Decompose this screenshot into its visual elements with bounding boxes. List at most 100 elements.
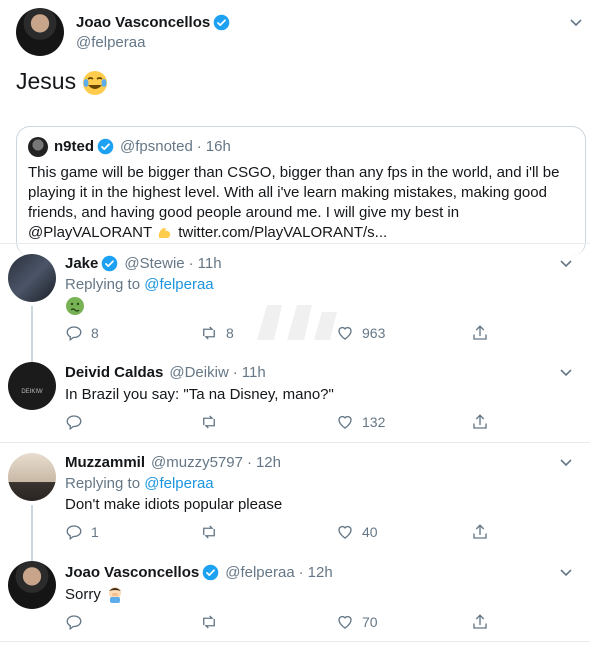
thread-line [31, 553, 33, 561]
quote-line: playing it in the highest level. With al… [28, 184, 547, 201]
avatar[interactable] [8, 561, 56, 609]
tweet-text: Don't make idiots popular please [65, 496, 283, 513]
retweet-icon [203, 615, 215, 629]
quote-link[interactable]: twitter.com/PlayVALORANT/s... [178, 224, 387, 241]
share-action[interactable] [471, 324, 489, 342]
like-icon [338, 615, 352, 629]
replying-to-handle[interactable]: @felperaa [144, 475, 213, 492]
author-row: Joao Vasconcellos [76, 14, 230, 31]
share-action[interactable] [471, 613, 489, 631]
retweet-icon [203, 415, 215, 429]
avatar-text: DEIKIW [21, 389, 43, 395]
replying-to: Replying to @felperaa [65, 276, 214, 293]
reply-tweet: DEIKIW Deivid Caldas @Deikiw · 11h In Br… [0, 356, 590, 442]
author-name[interactable]: Muzzammil [65, 454, 145, 471]
quote-avatar [28, 137, 48, 157]
like-action[interactable]: 963 [336, 324, 385, 342]
tweet-time[interactable]: 11h [198, 255, 222, 272]
separator-dot: · [196, 138, 202, 155]
divider [0, 641, 590, 642]
share-action[interactable] [471, 413, 489, 431]
chevron-down-icon[interactable] [558, 564, 574, 580]
chevron-down-icon[interactable] [568, 14, 584, 30]
author-name[interactable]: Joao Vasconcellos [65, 564, 199, 581]
like-icon [338, 525, 352, 539]
quote-line: @PlayVALORANT twitter.com/PlayVALORANT/s… [28, 223, 576, 243]
like-action[interactable]: 70 [336, 613, 378, 631]
like-action[interactable]: 132 [336, 413, 385, 431]
avatar[interactable] [16, 8, 64, 56]
separator-dot: · [298, 564, 304, 581]
retweet-action[interactable] [200, 613, 218, 631]
tweet-text: Sorry [65, 585, 124, 603]
tweet-time[interactable]: 11h [242, 364, 266, 381]
quote-text: This game will be bigger than CSGO, bigg… [28, 163, 576, 243]
replying-to-handle[interactable]: @felperaa [144, 276, 213, 293]
like-action[interactable]: 40 [336, 523, 378, 541]
tweet-text-content: Sorry [65, 585, 101, 603]
reply-action[interactable] [65, 413, 83, 431]
avatar[interactable] [8, 453, 56, 501]
retweet-action[interactable] [200, 523, 218, 541]
quote-author-handle: @fpsnoted [120, 138, 193, 155]
retweet-action[interactable] [200, 413, 218, 431]
reply-action[interactable] [65, 613, 83, 631]
replying-prefix: Replying to [65, 475, 141, 492]
quote-line: This game will be bigger than CSGO, bigg… [28, 164, 560, 181]
like-count: 963 [362, 325, 386, 341]
verified-badge-icon [102, 255, 118, 272]
author-handle[interactable]: @Deikiw [169, 364, 228, 381]
separator-dot: · [246, 454, 252, 471]
chevron-down-icon[interactable] [558, 364, 574, 380]
thread-line [31, 505, 33, 553]
avatar[interactable]: DEIKIW [8, 362, 56, 410]
man-facepalming-emoji [108, 587, 121, 603]
author-name[interactable]: Joao Vasconcellos [76, 14, 210, 31]
replying-prefix: Replying to [65, 276, 141, 293]
separator-dot: · [232, 364, 238, 381]
share-icon [473, 414, 487, 429]
reply-tweet: Joao Vasconcellos @felperaa · 12h Sorry … [0, 553, 590, 641]
reply-tweet: Muzzammil @muzzy5797 · 12h Replying to @… [0, 443, 590, 553]
chevron-down-icon[interactable] [558, 255, 574, 271]
chevron-down-icon[interactable] [558, 454, 574, 470]
reply-action[interactable]: 1 [65, 523, 99, 541]
avatar[interactable] [8, 254, 56, 302]
author-handle[interactable]: @felperaa [225, 564, 294, 581]
replying-to: Replying to @felperaa [65, 475, 214, 492]
retweet-action[interactable]: 8 [200, 324, 234, 342]
nauseated-emoji [66, 297, 84, 315]
author-handle[interactable]: @Stewie [124, 255, 184, 272]
thread-line [31, 306, 33, 356]
flexed-biceps-emoji [158, 228, 171, 239]
like-count: 70 [362, 614, 378, 630]
reply-count: 8 [91, 325, 99, 341]
share-icon [473, 614, 487, 629]
author-name[interactable]: Jake [65, 255, 98, 272]
reply-icon [66, 415, 82, 431]
verified-badge-icon [213, 14, 230, 31]
share-icon [473, 325, 487, 340]
quote-time: 16h [205, 138, 231, 155]
verified-badge-icon [97, 138, 114, 155]
reply-action[interactable]: 8 [65, 324, 99, 342]
retweet-icon [203, 326, 215, 340]
quoted-tweet[interactable]: n9ted @fpsnoted · 16h This game will be … [16, 126, 586, 256]
author-handle[interactable]: @felperaa [76, 34, 145, 51]
watermark-logo [257, 305, 337, 340]
retweet-icon [203, 525, 215, 539]
reply-icon [66, 615, 82, 631]
quote-mention[interactable]: @PlayVALORANT [28, 224, 152, 241]
verified-badge-icon [202, 564, 219, 581]
author-handle[interactable]: @muzzy5797 [151, 454, 243, 471]
tweet-text: In Brazil you say: "Ta na Disney, mano?" [65, 386, 334, 403]
tweet-time[interactable]: 12h [256, 454, 281, 471]
quote-author-name: n9ted [54, 138, 95, 155]
tweet-time[interactable]: 12h [308, 564, 333, 581]
share-action[interactable] [471, 523, 489, 541]
joy-emoji [83, 70, 108, 95]
like-count: 40 [362, 524, 378, 540]
author-name[interactable]: Deivid Caldas [65, 364, 163, 381]
reply-icon [66, 326, 82, 342]
reply-count: 1 [91, 524, 99, 540]
